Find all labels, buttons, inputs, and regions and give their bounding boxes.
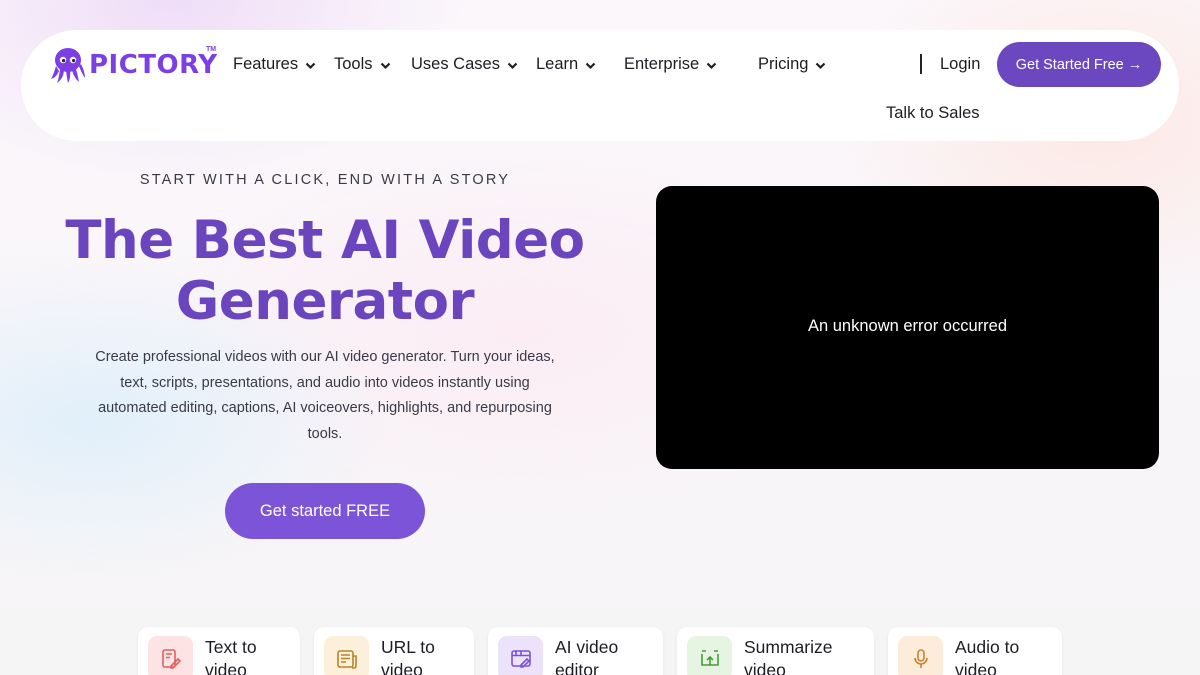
nav-divider <box>920 54 922 74</box>
hero-eyebrow: START WITH A CLICK, END WITH A STORY <box>139 172 511 188</box>
tool-card-ai-video-editor[interactable]: AI video editor <box>488 627 663 675</box>
nav-features[interactable]: Features <box>233 52 316 76</box>
nav-use-cases[interactable]: Uses Cases <box>411 52 518 76</box>
chevron-down-icon <box>380 62 390 70</box>
chevron-down-icon <box>816 62 826 70</box>
chevron-down-icon <box>305 62 316 70</box>
tool-card-summarize-video[interactable]: Summarize video <box>677 627 874 675</box>
trademark-mark: TM <box>206 46 217 53</box>
microphone-icon <box>898 636 943 675</box>
brand-name: PICTORY <box>89 50 218 80</box>
nav-enterprise[interactable]: Enterprise <box>624 52 717 76</box>
nav-enterprise-label: Enterprise <box>624 54 700 73</box>
login-link[interactable]: Login <box>940 52 980 76</box>
octopus-logo-icon <box>51 48 85 83</box>
nav-pricing[interactable]: Pricing <box>758 52 826 76</box>
chevron-down-icon <box>706 62 717 70</box>
hero-video-player[interactable]: An unknown error occurred <box>656 186 1159 469</box>
tool-card-label: Text to video <box>205 637 257 675</box>
top-navbar: PICTORY TM Features Tools Uses Cases Lea… <box>21 30 1179 141</box>
nav-learn-label: Learn <box>536 54 579 73</box>
tool-card-label: URL to video <box>381 637 435 675</box>
summarize-video-icon <box>687 636 732 675</box>
nav-features-label: Features <box>233 54 299 73</box>
tool-card-label: AI video editor <box>555 637 619 675</box>
text-to-video-icon <box>148 636 193 675</box>
chevron-down-icon <box>507 62 518 70</box>
nav-learn[interactable]: Learn <box>536 52 596 76</box>
tool-card-url-to-video[interactable]: URL to video <box>314 627 474 675</box>
video-error-message: An unknown error occurred <box>807 317 1007 335</box>
talk-to-sales-link[interactable]: Talk to Sales <box>886 101 980 125</box>
chevron-down-icon <box>585 62 596 70</box>
get-started-free-button[interactable]: Get Started Free → <box>997 42 1161 87</box>
nav-tools[interactable]: Tools <box>334 52 391 76</box>
get-started-free-hero-button[interactable]: Get started FREE <box>225 483 425 539</box>
nav-use-cases-label: Uses Cases <box>411 54 500 73</box>
hero-subtitle: Create professional videos with our AI v… <box>95 349 555 443</box>
video-editor-icon <box>498 636 543 675</box>
tool-card-label: Audio to video <box>955 637 1020 675</box>
nav-tools-label: Tools <box>334 54 373 73</box>
pictory-logo[interactable]: PICTORY TM <box>50 46 218 84</box>
tool-card-audio-to-video[interactable]: Audio to video <box>888 627 1062 675</box>
hero-headline: The Best AI Video Generator <box>65 210 585 332</box>
tool-card-text-to-video[interactable]: Text to video <box>138 627 300 675</box>
nav-pricing-label: Pricing <box>758 54 809 73</box>
url-to-video-icon <box>324 636 369 675</box>
tool-card-label: Summarize video <box>744 637 833 675</box>
